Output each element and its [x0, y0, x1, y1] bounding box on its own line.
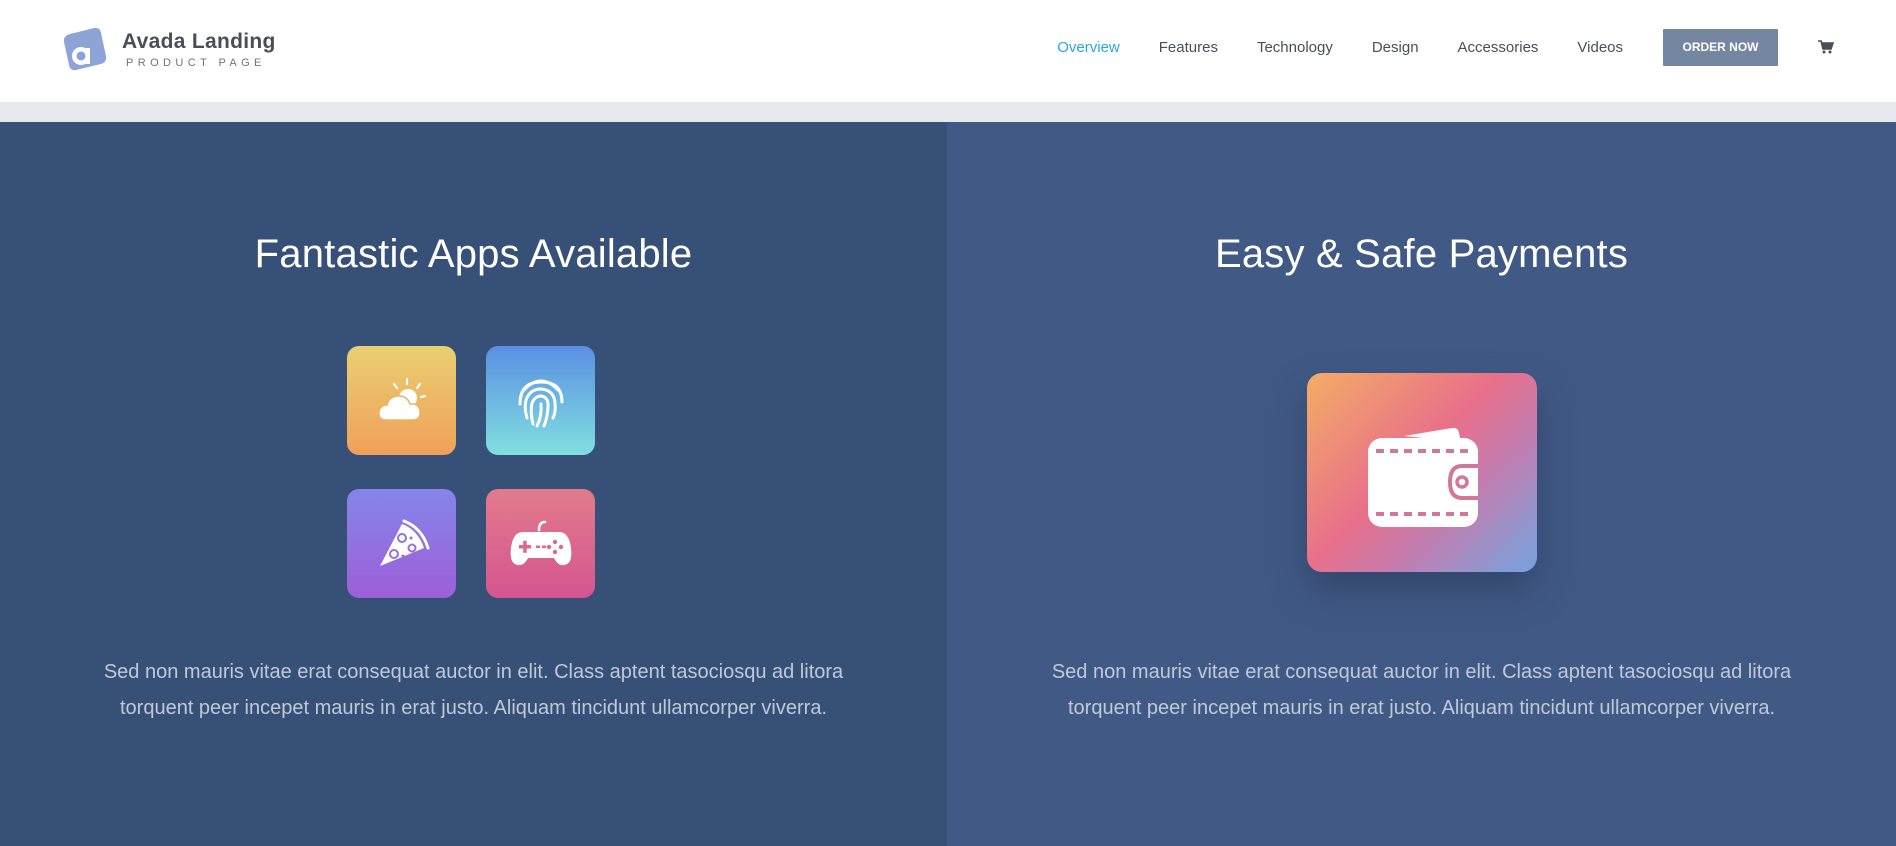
- nav-item-features[interactable]: Features: [1159, 39, 1218, 56]
- fingerprint-app-tile[interactable]: [486, 346, 595, 455]
- site-header: Avada Landing PRODUCT PAGE Overview Feat…: [0, 0, 1896, 102]
- nav-item-videos[interactable]: Videos: [1577, 39, 1623, 56]
- payments-section-description: Sed non mauris vitae erat consequat auct…: [947, 654, 1896, 726]
- wallet-icon: [1368, 427, 1478, 527]
- pizza-app-tile[interactable]: [347, 489, 456, 598]
- weather-icon: [377, 377, 426, 421]
- nav-item-accessories[interactable]: Accessories: [1458, 39, 1539, 56]
- nav-item-technology[interactable]: Technology: [1257, 39, 1333, 56]
- header-divider: [0, 102, 1896, 122]
- apps-description-line2: torquent peer incepet mauris in erat jus…: [119, 697, 827, 719]
- site-logo[interactable]: Avada Landing PRODUCT PAGE: [60, 26, 276, 72]
- shopping-cart-icon[interactable]: [1818, 40, 1835, 54]
- payments-section: Easy & Safe Payments Sed non mauris vita…: [947, 122, 1896, 846]
- apps-section-description: Sed non mauris vitae erat consequat auct…: [0, 654, 947, 726]
- payments-description-line1: Sed non mauris vitae erat consequat auct…: [1051, 661, 1792, 683]
- logo-mark-icon: [60, 26, 110, 72]
- payments-section-title: Easy & Safe Payments: [1214, 232, 1629, 276]
- order-now-button[interactable]: ORDER NOW: [1663, 28, 1778, 66]
- gamepad-icon: [510, 520, 571, 565]
- apps-section-title: Fantastic Apps Available: [254, 232, 693, 276]
- payments-description-line2: torquent peer incepet mauris in erat jus…: [1067, 697, 1775, 719]
- nav-item-design[interactable]: Design: [1372, 39, 1419, 56]
- fingerprint-icon: [518, 379, 563, 427]
- pizza-icon: [379, 519, 429, 566]
- logo-subtitle: PRODUCT PAGE: [126, 56, 266, 69]
- apps-section: Fantastic Apps Available Sed non mauris …: [0, 122, 947, 846]
- apps-description-line1: Sed non mauris vitae erat consequat auct…: [103, 661, 844, 683]
- logo-title: Avada Landing: [122, 29, 276, 53]
- main-nav: Overview Features Technology Design Acce…: [1057, 0, 1896, 94]
- game-app-tile[interactable]: [486, 489, 595, 598]
- wallet-tile: [1307, 373, 1537, 572]
- nav-item-overview[interactable]: Overview: [1057, 39, 1120, 56]
- weather-app-tile[interactable]: [347, 346, 456, 455]
